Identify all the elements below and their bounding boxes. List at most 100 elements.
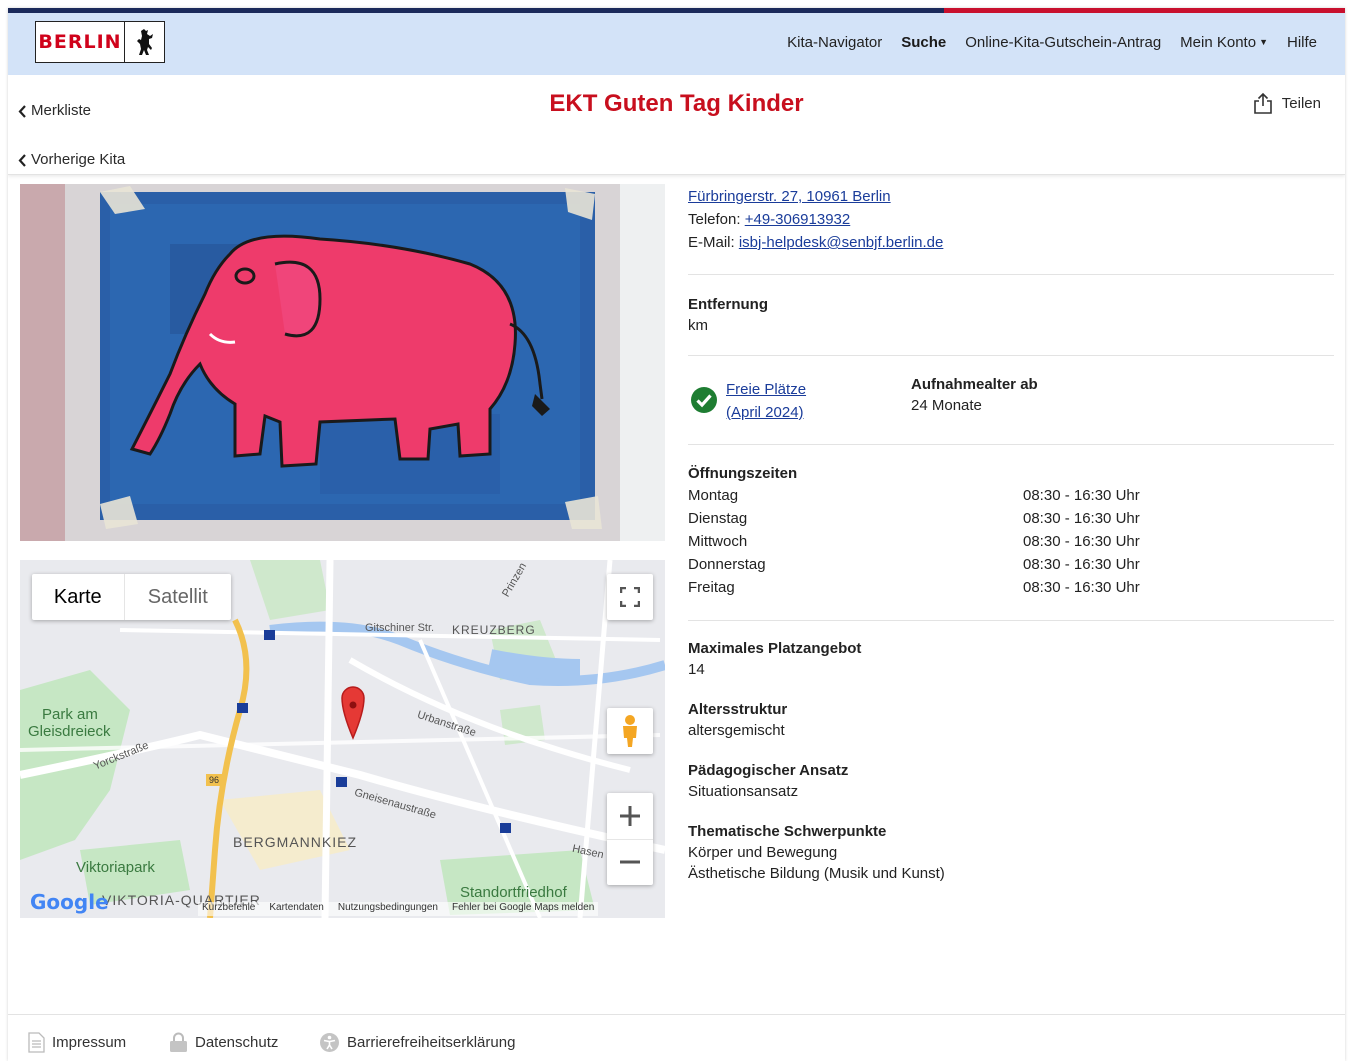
hours-time: 08:30 - 16:30 Uhr	[1023, 533, 1140, 550]
capacity-label: Maximales Platzangebot	[688, 640, 862, 657]
street-view-button[interactable]	[607, 708, 653, 754]
logo-text: BERLIN	[38, 31, 122, 53]
google-logo-text: Google	[30, 890, 109, 914]
hours-day: Montag	[688, 487, 739, 504]
hours-day: Mittwoch	[688, 533, 748, 550]
impressum-label: Impressum	[52, 1034, 127, 1051]
barrierefreiheit-link[interactable]: Barrierefreiheitserklärung	[319, 1032, 515, 1053]
opening-hours-label: Öffnungszeiten	[688, 465, 798, 482]
chevron-left-icon	[18, 153, 26, 167]
focus-value: Ästhetische Bildung (Musik und Kunst)	[688, 865, 945, 882]
map-type-tabs: Karte Satellit	[32, 574, 231, 620]
previous-kita-link[interactable]: Vorherige Kita	[18, 151, 125, 168]
free-places-link[interactable]: Freie Plätze	[726, 381, 806, 398]
age-structure-label: Altersstruktur	[688, 701, 788, 718]
map-label-route: 96	[209, 775, 220, 785]
plus-icon	[620, 805, 640, 826]
impressum-link[interactable]: Impressum	[28, 1032, 126, 1053]
email-label: E-Mail:	[688, 234, 735, 251]
hours-time: 08:30 - 16:30 Uhr	[1023, 556, 1140, 573]
distance-block: Entfernung km	[688, 275, 1334, 355]
pedagogy-value: Situationsansatz	[688, 783, 799, 800]
google-logo: Google	[30, 890, 109, 914]
fullscreen-button[interactable]	[607, 574, 653, 620]
hours-row: Montag 08:30 - 16:30 Uhr	[688, 484, 1334, 507]
phone-label: Telefon:	[688, 211, 741, 228]
hours-time: 08:30 - 16:30 Uhr	[1023, 510, 1140, 527]
map-label-gitschiner: Gitschiner Str.	[365, 622, 435, 634]
title-band: Merkliste EKT Guten Tag Kinder Teilen Vo…	[8, 75, 1345, 175]
map-footer: Kurzbefehle Kartendaten Nutzungsbedingun…	[198, 902, 599, 916]
nav-mein-konto-label: Mein Konto	[1180, 34, 1257, 51]
berlin-logo[interactable]: BERLIN	[35, 21, 165, 63]
hours-day: Freitag	[688, 579, 735, 596]
bear-icon	[125, 28, 164, 56]
nav-kita-navigator[interactable]: Kita-Navigator	[787, 34, 882, 51]
datenschutz-link[interactable]: Datenschutz	[169, 1032, 278, 1053]
hours-row: Mittwoch 08:30 - 16:30 Uhr	[688, 530, 1334, 553]
location-map[interactable]: KREUZBERG Gitschiner Str. Park am Gleisd…	[20, 560, 665, 918]
hours-row: Donnerstag 08:30 - 16:30 Uhr	[688, 553, 1334, 576]
map-label-bergmannkiez: BERGMANNKIEZ	[233, 834, 358, 850]
free-places-date-link[interactable]: (April 2024)	[726, 404, 804, 421]
zoom-in-button[interactable]	[607, 793, 653, 840]
hours-row: Freitag 08:30 - 16:30 Uhr	[688, 576, 1334, 599]
nav-mein-konto[interactable]: Mein Konto ▼	[1180, 34, 1268, 51]
distance-label: Entfernung	[688, 296, 768, 313]
map-label-friedhof: Standortfriedhof	[460, 884, 567, 901]
focus-value: Körper und Bewegung	[688, 844, 838, 861]
map-tab-satellit[interactable]: Satellit	[125, 574, 231, 620]
nav-suche[interactable]: Suche	[901, 34, 946, 51]
hours-day: Donnerstag	[688, 556, 766, 573]
nav-hilfe[interactable]: Hilfe	[1287, 34, 1317, 51]
share-icon	[1253, 92, 1272, 114]
availability-block: Freie Plätze (April 2024) Aufnahmealter …	[688, 356, 1334, 444]
focus-label: Thematische Schwerpunkte	[688, 823, 887, 840]
zoom-out-button[interactable]	[607, 840, 653, 886]
email-link[interactable]: isbj-helpdesk@senbjf.berlin.de	[739, 234, 944, 251]
nav-gutschein-antrag[interactable]: Online-Kita-Gutschein-Antrag	[965, 34, 1161, 51]
map-label-park: Park am	[42, 706, 98, 723]
facts-block: Maximales Platzangebot 14 Altersstruktur…	[688, 621, 1334, 884]
share-label: Teilen	[1281, 94, 1321, 112]
page-footer: Impressum Datenschutz Barrierefreiheitse…	[8, 1014, 1345, 1061]
caret-down-icon: ▼	[1259, 37, 1268, 47]
kita-details: Fürbringerstr. 27, 10961 Berlin Telefon:…	[688, 184, 1334, 884]
map-label-park2: Gleisdreieck	[28, 723, 111, 740]
page-title: EKT Guten Tag Kinder	[549, 90, 804, 117]
map-report-error[interactable]: Fehler bei Google Maps melden	[452, 902, 594, 916]
map-data[interactable]: Kartendaten	[269, 902, 324, 916]
accessibility-icon	[320, 1033, 339, 1052]
map-terms[interactable]: Nutzungsbedingungen	[338, 902, 438, 916]
admission-age-label: Aufnahmealter ab	[911, 376, 1038, 393]
page: BERLIN Kita-Navigator Suche Online-Kita-…	[8, 8, 1345, 1061]
map-label-kreuzberg: KREUZBERG	[452, 623, 536, 637]
opening-hours-block: Öffnungszeiten Montag 08:30 - 16:30 Uhr D…	[688, 445, 1334, 620]
distance-value: km	[688, 317, 708, 334]
map-keyboard-shortcuts[interactable]: Kurzbefehle	[202, 902, 255, 916]
check-circle-icon	[691, 387, 717, 413]
datenschutz-label: Datenschutz	[195, 1034, 279, 1051]
phone-link[interactable]: +49-306913932	[745, 211, 851, 228]
hours-time: 08:30 - 16:30 Uhr	[1023, 579, 1140, 596]
capacity-value: 14	[688, 661, 705, 678]
contact-block: Fürbringerstr. 27, 10961 Berlin Telefon:…	[688, 184, 1334, 274]
main-nav: Kita-Navigator Suche Online-Kita-Gutsche…	[787, 34, 1317, 51]
map-tab-karte[interactable]: Karte	[32, 574, 125, 620]
minus-icon	[620, 860, 640, 864]
hours-time: 08:30 - 16:30 Uhr	[1023, 487, 1140, 504]
zoom-control	[607, 793, 653, 885]
share-button[interactable]: Teilen	[1253, 92, 1321, 114]
elephant-painting	[20, 184, 665, 541]
hours-row: Dienstag 08:30 - 16:30 Uhr	[688, 507, 1334, 530]
previous-kita-label: Vorherige Kita	[31, 151, 126, 168]
hours-day: Dienstag	[688, 510, 748, 527]
admission-age-value: 24 Monate	[911, 397, 982, 414]
barrierefreiheit-label: Barrierefreiheitserklärung	[347, 1034, 516, 1051]
lock-icon	[170, 1032, 187, 1052]
pegman-icon	[623, 715, 637, 747]
age-structure-value: altersgemischt	[688, 722, 785, 739]
map-label-viktoriapark: Viktoriapark	[76, 859, 155, 876]
site-header: BERLIN Kita-Navigator Suche Online-Kita-…	[8, 13, 1345, 75]
address-link[interactable]: Fürbringerstr. 27, 10961 Berlin	[688, 188, 891, 205]
